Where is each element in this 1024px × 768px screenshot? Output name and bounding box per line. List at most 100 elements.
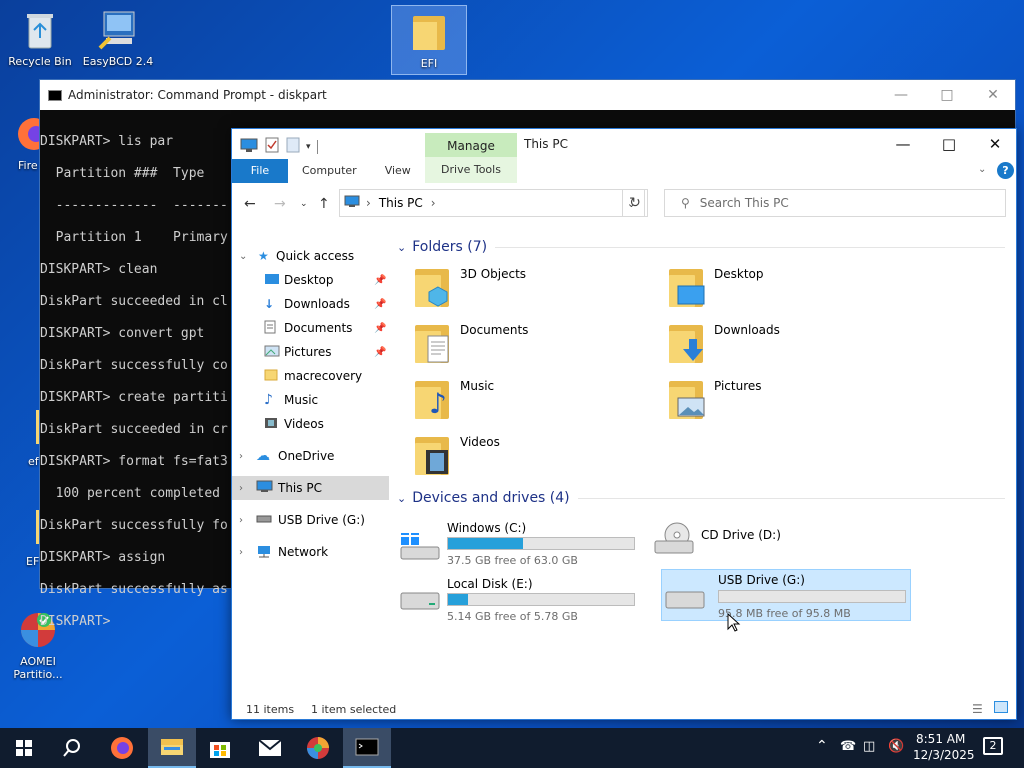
nav-item-videos[interactable]: Videos: [232, 412, 389, 436]
ribbon-tabs: File Computer View: [232, 159, 425, 183]
desktop-icon: [264, 273, 284, 288]
details-view-icon[interactable]: ☰: [972, 702, 983, 716]
store-icon: [210, 742, 230, 758]
taskbar-file-explorer[interactable]: [148, 728, 196, 768]
start-button[interactable]: [0, 728, 48, 768]
clock-time[interactable]: 8:51 AM: [916, 732, 965, 746]
search-button[interactable]: [48, 728, 96, 768]
taskbar-mail[interactable]: [246, 728, 294, 768]
nav-item-macrecovery[interactable]: macrecovery: [232, 364, 389, 388]
pin-icon[interactable]: 📌: [374, 299, 386, 310]
minimize-icon[interactable]: —: [880, 129, 926, 159]
tab-file[interactable]: File: [232, 159, 288, 183]
drive-usage-fill: [448, 594, 469, 605]
nav-item-documents[interactable]: Documents 📌: [232, 316, 389, 340]
cloud-icon: ☁: [256, 448, 270, 464]
cmd-icon: [355, 738, 379, 756]
group-header: Devices and drives (4): [412, 490, 570, 506]
chevron-right-icon[interactable]: ›: [239, 515, 243, 526]
taskbar-aomei[interactable]: [294, 728, 342, 768]
volume-muted-icon[interactable]: 🔇: [888, 739, 904, 754]
nav-item-onedrive[interactable]: › ☁ OneDrive: [232, 444, 389, 468]
ribbon-expand-icon[interactable]: ⌄: [978, 164, 986, 175]
videos-folder-icon: [413, 435, 451, 477]
properties-icon[interactable]: [264, 137, 280, 156]
nav-item-desktop[interactable]: Desktop 📌: [232, 268, 389, 292]
qat-dropdown-icon[interactable]: ▾: [306, 142, 311, 152]
meet-now-icon[interactable]: ☎: [840, 739, 856, 754]
explorer-window[interactable]: ▾ Manage Drive Tools This PC — □ ✕ File …: [231, 128, 1017, 720]
tab-computer[interactable]: Computer: [288, 159, 371, 183]
cmd-titlebar[interactable]: Administrator: Command Prompt - diskpart…: [40, 80, 1015, 110]
address-row: ← → ⌄ ↑ › This PC › ⌄ ↻ ⚲ Search This PC: [232, 187, 1016, 221]
network-status-icon[interactable]: ◫: [863, 739, 875, 754]
drive-local-e[interactable]: Local Disk (E:) 5.14 GB free of 5.78 GB: [397, 573, 645, 623]
minimize-icon[interactable]: —: [878, 80, 924, 110]
back-icon[interactable]: ←: [244, 196, 256, 212]
group-devices[interactable]: ⌄ Devices and drives (4): [397, 490, 1005, 506]
pin-icon[interactable]: 📌: [374, 323, 386, 334]
chevron-down-icon[interactable]: ⌄: [239, 251, 247, 262]
search-input[interactable]: ⚲ Search This PC: [664, 189, 1006, 217]
folder-icon: [0, 508, 56, 552]
usb-drive-icon: [256, 513, 278, 527]
show-hidden-icons-icon[interactable]: ⌃: [816, 738, 828, 754]
up-icon[interactable]: ↑: [318, 196, 330, 212]
desktop-icon-efi[interactable]: EFI: [391, 5, 467, 75]
document-icon: [264, 320, 284, 337]
large-icons-view-icon[interactable]: [994, 701, 1008, 713]
drive-cd-d[interactable]: CD Drive (D:): [651, 517, 899, 567]
taskbar-cmd[interactable]: [343, 728, 391, 768]
nav-item-downloads[interactable]: ↓ Downloads 📌: [232, 292, 389, 316]
nav-item-this-pc[interactable]: › This PC: [232, 476, 389, 500]
recent-dropdown-icon[interactable]: ⌄: [300, 199, 308, 209]
cmd-output[interactable]: DISKPART> lis par Partition ### Type ---…: [40, 126, 251, 638]
folder-videos[interactable]: Videos: [413, 435, 500, 477]
clock-date[interactable]: 12/3/2025: [913, 748, 975, 762]
new-folder-icon[interactable]: [286, 137, 300, 156]
pin-icon[interactable]: 📌: [374, 275, 386, 286]
chevron-right-icon[interactable]: ›: [239, 547, 243, 558]
nav-item-network[interactable]: › Network: [232, 540, 389, 564]
folder-downloads[interactable]: Downloads: [667, 323, 780, 365]
group-folders[interactable]: ⌄ Folders (7): [397, 239, 1005, 255]
nav-label: OneDrive: [278, 449, 335, 463]
drive-usb-g[interactable]: USB Drive (G:) 95.8 MB free of 95.8 MB: [661, 569, 911, 621]
tab-view[interactable]: View: [371, 159, 425, 183]
address-bar[interactable]: › This PC › ⌄: [339, 189, 645, 217]
refresh-icon[interactable]: ↻: [622, 189, 648, 217]
tab-drive-tools[interactable]: Drive Tools: [425, 157, 517, 183]
forward-icon[interactable]: →: [274, 196, 286, 212]
desktop-icon-label: EasyBCD 2.4: [82, 55, 154, 68]
desktop-icon-easybcd[interactable]: EasyBCD 2.4: [80, 8, 156, 68]
folder-pictures[interactable]: Pictures: [667, 379, 762, 421]
nav-item-usb-drive[interactable]: › USB Drive (G:): [232, 508, 389, 532]
explorer-titlebar[interactable]: ▾ Manage Drive Tools This PC — □ ✕ File …: [232, 129, 1016, 183]
close-icon[interactable]: ✕: [970, 80, 1016, 110]
recycle-bin-icon: [18, 8, 62, 52]
folder-music[interactable]: ♪ Music: [413, 379, 494, 421]
folder-documents[interactable]: Documents: [413, 323, 528, 365]
help-icon[interactable]: ?: [997, 162, 1014, 179]
chevron-right-icon[interactable]: ›: [239, 483, 243, 494]
tab-manage[interactable]: Manage: [425, 133, 517, 157]
folder-3d-objects[interactable]: 3D Objects: [413, 267, 526, 309]
pin-icon[interactable]: 📌: [374, 347, 386, 358]
notifications-icon[interactable]: 2: [983, 737, 1003, 755]
taskbar-firefox[interactable]: [98, 728, 146, 768]
nav-item-quick-access[interactable]: ⌄ ★ Quick access: [232, 244, 389, 268]
folder-desktop[interactable]: Desktop: [667, 267, 764, 309]
videos-icon: [264, 417, 284, 432]
close-icon[interactable]: ✕: [972, 129, 1018, 159]
nav-item-pictures[interactable]: Pictures 📌: [232, 340, 389, 364]
breadcrumb-this-pc[interactable]: This PC: [379, 196, 423, 210]
aomei-icon: [307, 737, 329, 759]
maximize-icon[interactable]: □: [924, 80, 970, 110]
easybcd-icon: [96, 8, 140, 52]
drive-windows-c[interactable]: Windows (C:) 37.5 GB free of 63.0 GB: [397, 517, 645, 567]
taskbar-store[interactable]: [196, 728, 244, 768]
desktop-icon-recycle-bin[interactable]: Recycle Bin: [2, 8, 78, 68]
chevron-right-icon[interactable]: ›: [239, 451, 243, 462]
maximize-icon[interactable]: □: [926, 129, 972, 159]
nav-item-music[interactable]: ♪ Music: [232, 388, 389, 412]
